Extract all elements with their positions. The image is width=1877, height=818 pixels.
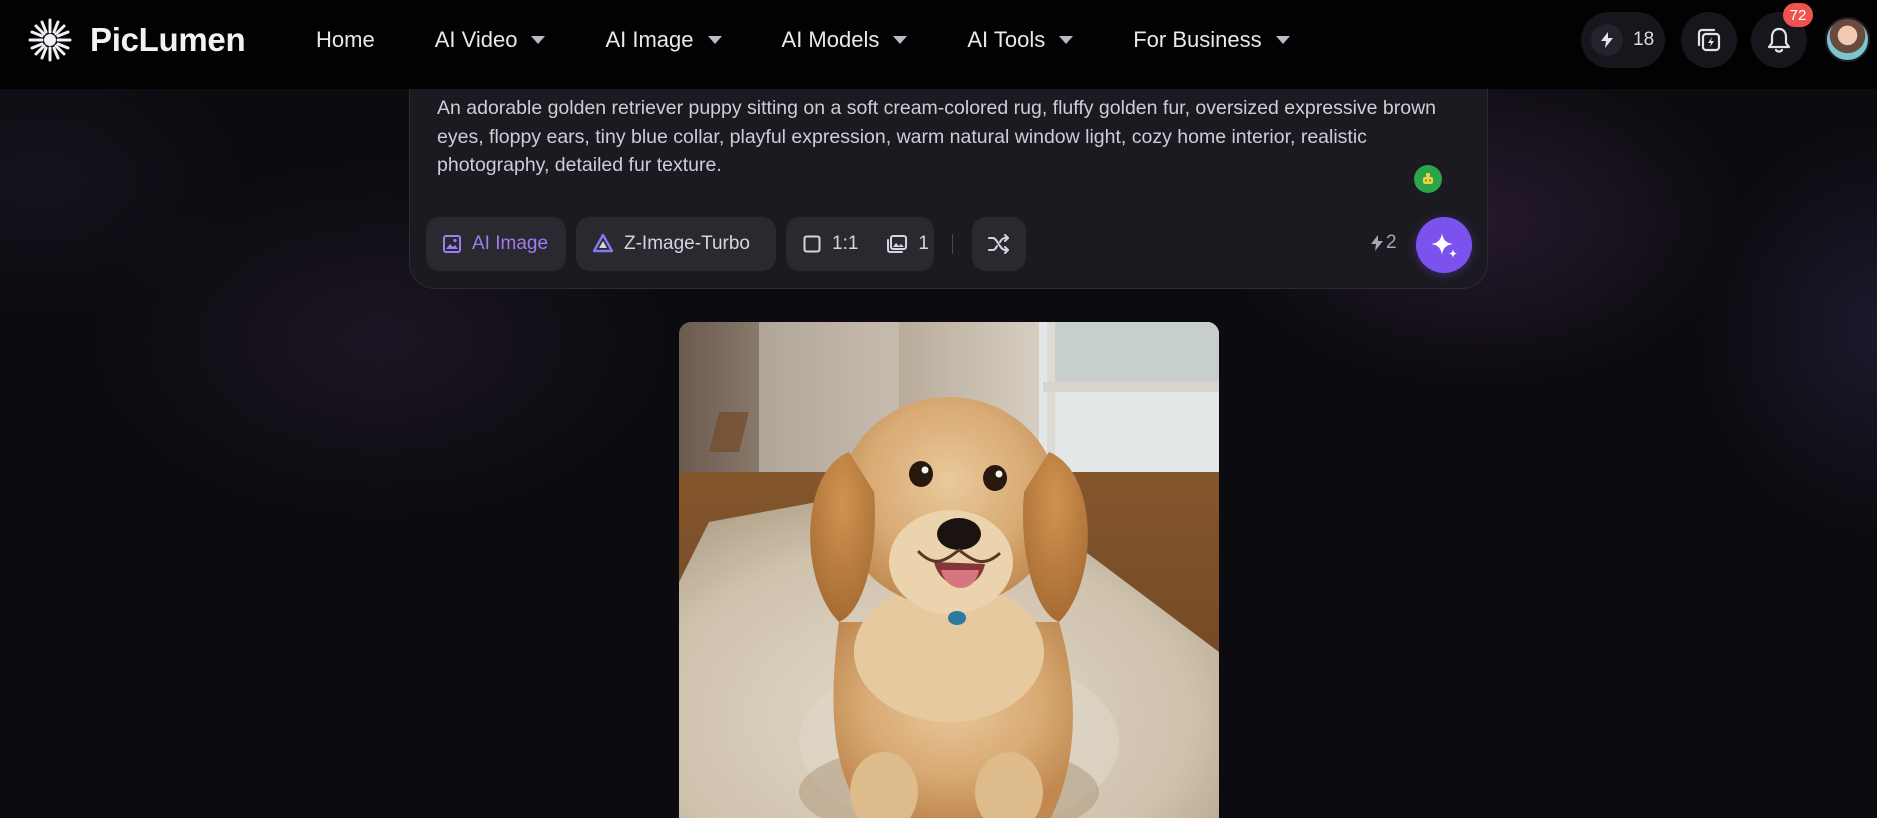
aspect-ratio-icon [803, 235, 821, 253]
nav-item-ai-video[interactable]: AI Video [435, 27, 546, 53]
model-logo-icon [592, 233, 614, 253]
nav-item-label: AI Models [781, 27, 880, 52]
generation-cost: 2 [1370, 232, 1397, 254]
nav-item-ai-models[interactable]: AI Models [782, 27, 908, 53]
model-label: Z-Image-Turbo [624, 233, 750, 254]
mode-ai-image-button[interactable]: AI Image [426, 217, 566, 271]
tasks-icon [1697, 28, 1721, 52]
bolt-icon [1371, 235, 1383, 251]
caret-down-icon [1059, 36, 1074, 44]
image-count-value: 1 [918, 233, 929, 254]
nav-item-label: Home [316, 27, 375, 52]
piclumen-logo-icon [28, 18, 72, 62]
brand-logo[interactable]: PicLumen [26, 15, 246, 65]
puppy-image [679, 322, 1219, 818]
model-selector-button[interactable]: Z-Image-Turbo [576, 217, 776, 271]
credits-button[interactable]: 18 [1581, 12, 1665, 68]
bell-icon [1767, 27, 1791, 53]
nav-item-label: AI Tools [967, 27, 1046, 52]
caret-down-icon [531, 36, 546, 44]
random-prompt-button[interactable] [972, 217, 1026, 271]
image-icon [443, 235, 461, 253]
main-nav: Home AI Video AI Image AI Models AI Tool… [316, 22, 1350, 58]
top-navigation-bar: PicLumen Home AI Video AI Image AI Model… [0, 0, 1877, 89]
tasks-button[interactable] [1681, 12, 1737, 68]
sparkle-icon [1431, 233, 1457, 258]
prompt-input[interactable]: An adorable golden retriever puppy sitti… [437, 94, 1447, 180]
avatar[interactable] [1825, 17, 1870, 62]
aspect-ratio-value: 1:1 [832, 233, 859, 254]
image-settings-button[interactable]: 1:1 1 [786, 217, 934, 271]
prompt-enhance-icon[interactable] [1414, 165, 1442, 193]
nav-item-ai-tools[interactable]: AI Tools [967, 27, 1074, 53]
bolt-icon [1591, 24, 1623, 56]
caret-down-icon [1275, 36, 1290, 44]
cost-value: 2 [1386, 232, 1397, 253]
prompt-card: An adorable golden retriever puppy sitti… [409, 72, 1488, 289]
toolbar-divider [952, 234, 953, 254]
nav-item-label: For Business [1133, 27, 1262, 52]
caret-down-icon [707, 36, 722, 44]
nav-item-for-business[interactable]: For Business [1133, 27, 1290, 53]
generate-button[interactable] [1416, 217, 1472, 273]
image-count-icon [887, 235, 908, 253]
brand-name: PicLumen [90, 21, 246, 58]
generated-image[interactable] [679, 322, 1219, 818]
prompt-toolbar: AI Image Z-Image-Turbo 1:1 1 2 [426, 217, 1476, 271]
nav-item-ai-image[interactable]: AI Image [605, 27, 722, 53]
caret-down-icon [893, 36, 908, 44]
nav-item-label: AI Video [434, 27, 518, 52]
nav-item-label: AI Image [605, 27, 694, 52]
shuffle-icon [988, 234, 1009, 254]
nav-item-home[interactable]: Home [316, 27, 375, 53]
notification-badge: 72 [1783, 3, 1813, 27]
mode-label: AI Image [472, 233, 549, 254]
credits-count: 18 [1633, 29, 1655, 50]
